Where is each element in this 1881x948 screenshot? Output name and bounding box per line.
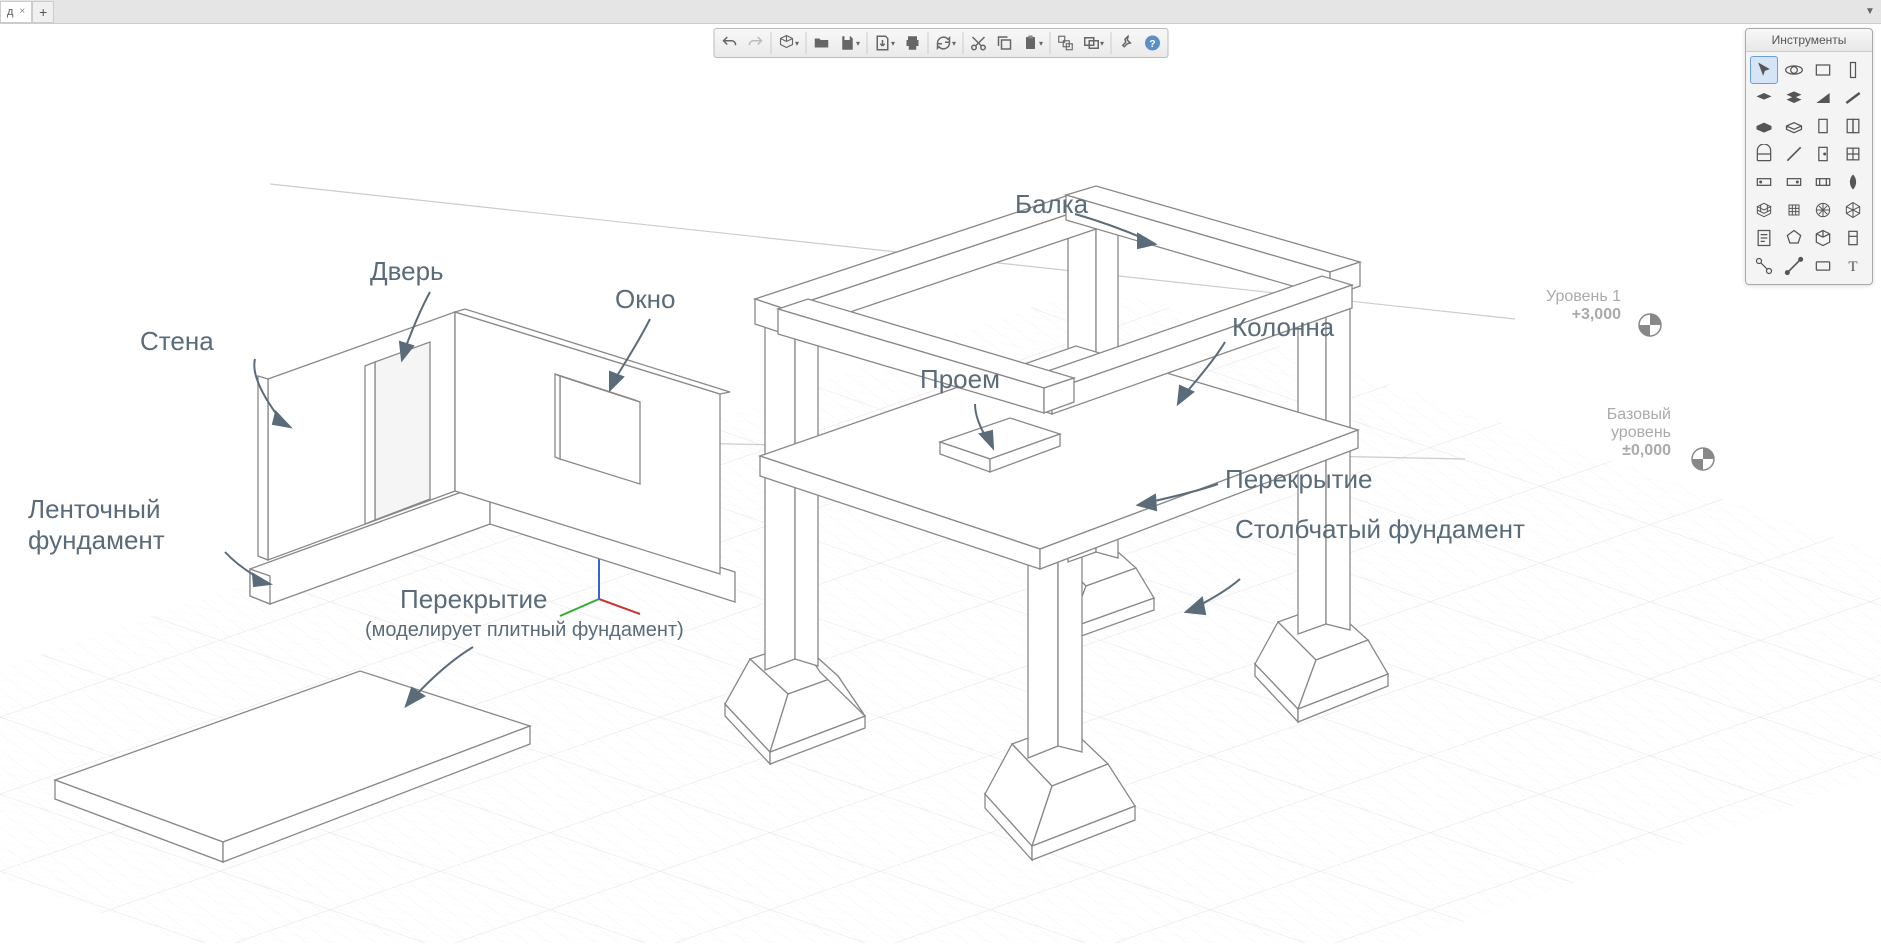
label-pad-found-1: Столбчатый фундамент — [1235, 514, 1525, 545]
level-1-marker[interactable] — [1637, 312, 1663, 343]
label-slab-bottom: Перекрытие — [400, 584, 547, 615]
label-opening: Проем — [920, 364, 1000, 395]
label-slab-bottom-sub: (моделирует плитный фундамент) — [365, 619, 684, 642]
tab-add-button[interactable]: + — [32, 1, 54, 23]
viewport-3d[interactable]: Стена Дверь Окно Балка Колонна Проем Пер… — [0, 24, 1881, 943]
tab-close-icon[interactable]: × — [19, 6, 25, 17]
label-door: Дверь — [370, 256, 444, 287]
label-window: Окно — [615, 284, 675, 315]
label-column: Колонна — [1232, 312, 1334, 343]
tab-label: д — [7, 6, 13, 18]
label-slab-right: Перекрытие — [1225, 464, 1372, 495]
label-wall: Стена — [140, 326, 214, 357]
tab-active[interactable]: д × — [0, 1, 32, 23]
tab-bar-menu[interactable]: ▼ — [1859, 1, 1881, 23]
label-strip-found: Ленточныйфундамент — [28, 494, 165, 556]
tab-bar: д × + ▼ — [0, 0, 1881, 24]
level-base-marker[interactable] — [1690, 446, 1716, 477]
level-1-label: Уровень 1 +3,000 — [1546, 288, 1621, 324]
level-base-label: Базовыйуровень ±0,000 — [1607, 406, 1671, 460]
label-beam: Балка — [1015, 189, 1088, 220]
